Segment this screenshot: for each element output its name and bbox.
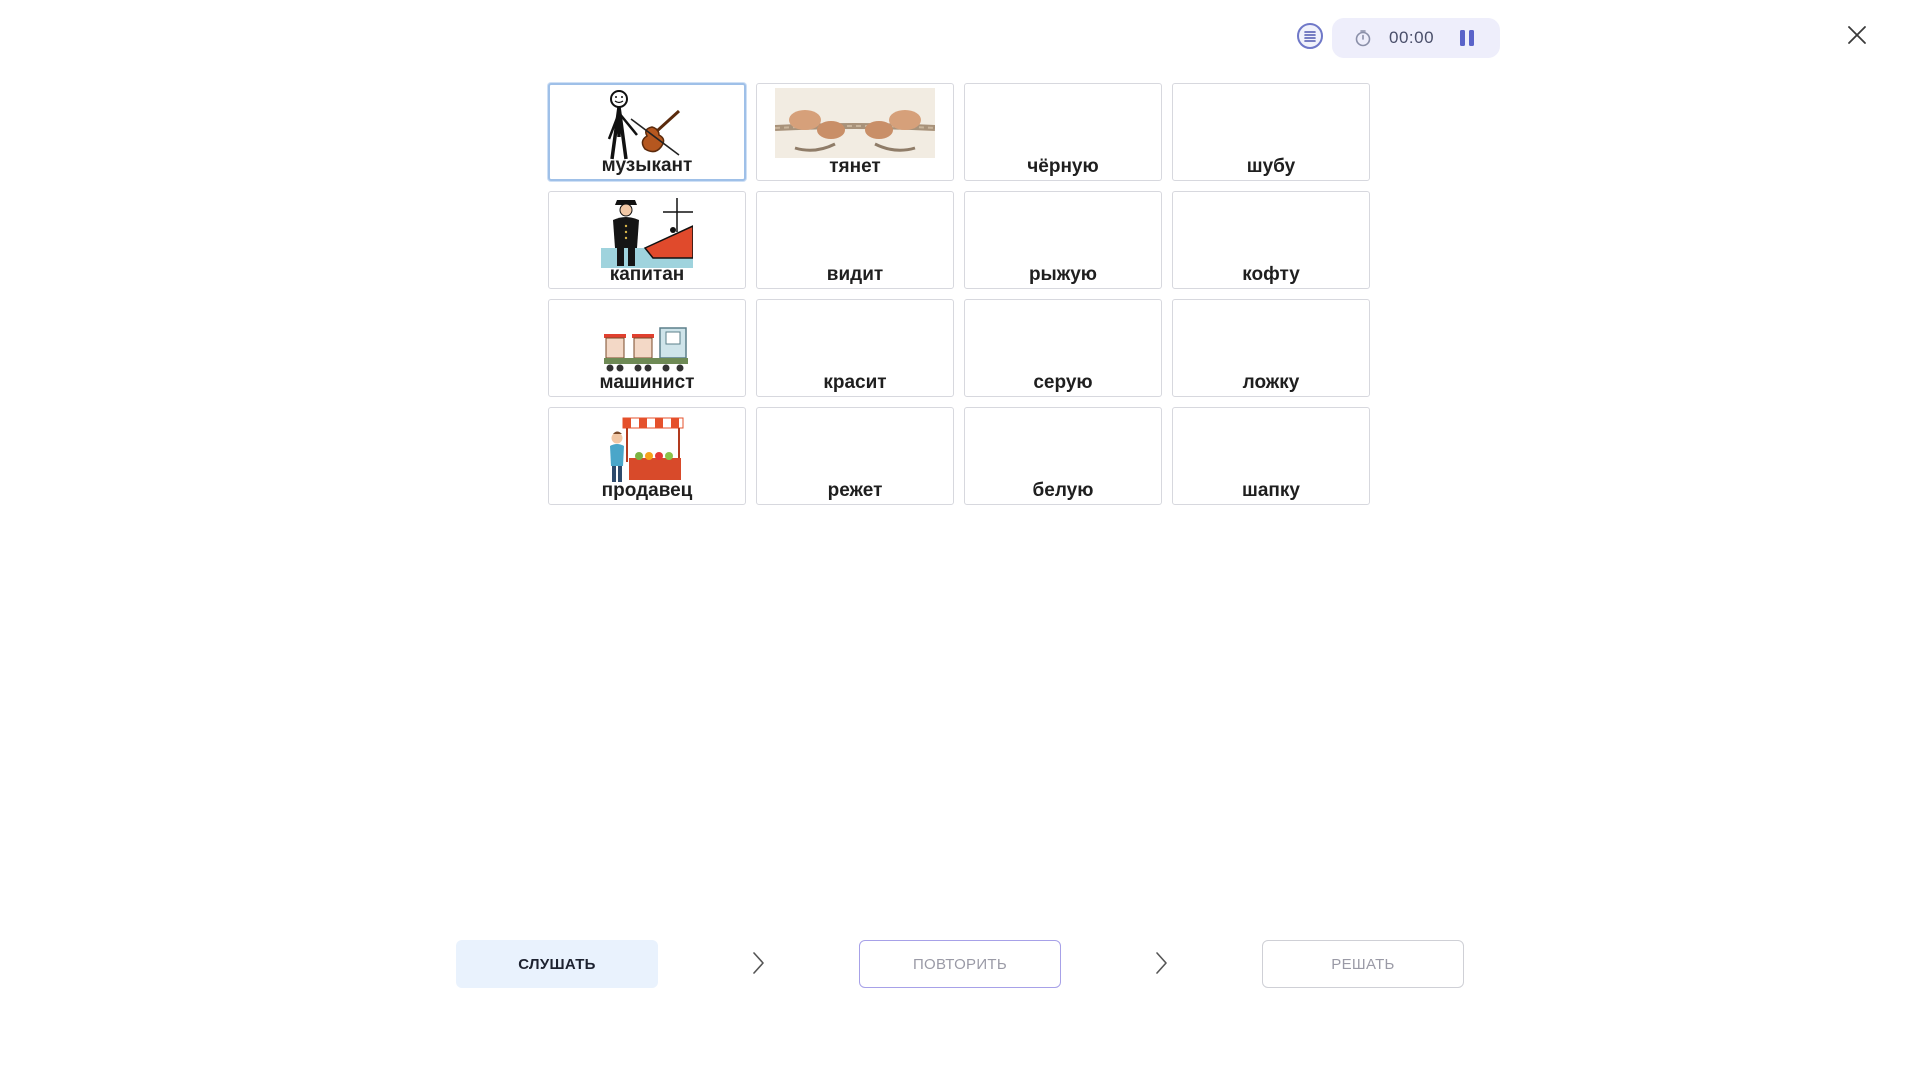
solve-button[interactable]: РЕШАТЬ [1262,940,1464,988]
word-card[interactable]: капитан [548,191,746,289]
musician-picture [567,89,727,160]
word-card[interactable]: кофту [1172,191,1370,289]
word-label: шубу [1246,156,1296,177]
listen-button[interactable]: СЛУШАТЬ [456,940,658,988]
train-picture [567,304,727,372]
word-label: режет [827,480,883,501]
chevron-right-icon [1156,952,1167,974]
seller-picture [567,412,727,482]
word-card[interactable]: шубу [1172,83,1370,181]
menu-button[interactable] [1297,23,1323,49]
chevron-right-icon [753,952,764,974]
stopwatch-icon [1355,30,1371,47]
word-label: продавец [601,480,693,501]
rope-pulling-picture [775,88,935,158]
word-card[interactable]: серую [964,299,1162,397]
word-label: ложку [1242,372,1300,393]
word-card[interactable]: ложку [1172,299,1370,397]
word-card[interactable]: видит [756,191,954,289]
word-label: капитан [609,264,685,285]
word-label: чёрную [1027,156,1099,177]
word-label: машинист [599,372,695,393]
word-label: серую [1033,372,1093,393]
word-card[interactable]: машинист [548,299,746,397]
repeat-button[interactable]: ПОВТОРИТЬ [859,940,1061,988]
word-card[interactable]: продавец [548,407,746,505]
word-label: шапку [1242,480,1300,501]
word-card[interactable]: чёрную [964,83,1162,181]
word-card[interactable]: шапку [1172,407,1370,505]
word-card[interactable]: музыкант [548,83,746,181]
word-grid: музыкант тянет чёрную шубу капитан видит… [548,83,1370,505]
word-label: красит [823,372,887,393]
pause-icon[interactable] [1458,29,1476,47]
word-label: музыкант [601,155,693,176]
word-label: рыжую [1028,264,1098,285]
word-label: кофту [1242,264,1300,285]
word-card[interactable]: белую [964,407,1162,505]
word-label: белую [1032,480,1094,501]
word-label: видит [826,264,884,285]
close-icon[interactable] [1846,24,1868,46]
word-card[interactable]: красит [756,299,954,397]
word-card[interactable]: тянет [756,83,954,181]
timer: 00:00 [1332,18,1500,58]
word-card[interactable]: рыжую [964,191,1162,289]
list-icon [1304,31,1316,42]
timer-value: 00:00 [1389,28,1435,47]
word-card[interactable]: режет [756,407,954,505]
word-label: тянет [829,156,881,177]
captain-picture [567,196,727,268]
